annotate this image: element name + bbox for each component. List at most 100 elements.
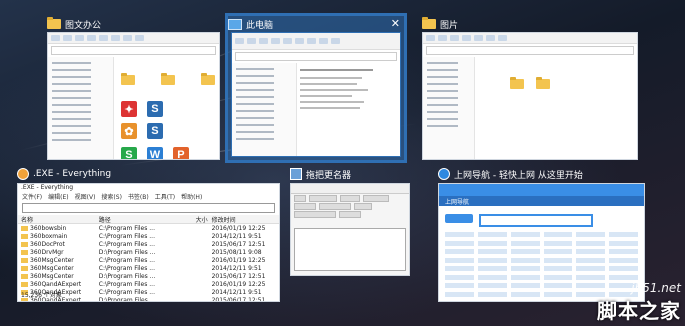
browser-logo-badge [445, 214, 473, 223]
search-input[interactable] [22, 203, 275, 213]
file-name: 360DocProt [18, 241, 99, 248]
window-thumbnail: ✦ S ✿ S S W P [47, 32, 220, 160]
this-pc-icon [228, 18, 242, 30]
folder-icon [21, 281, 28, 287]
window-thumbnail [422, 32, 638, 160]
watermark: jb51.net 脚本之家 [597, 281, 681, 324]
window-thumbnail [290, 183, 410, 276]
app-shortcut-icon: P [172, 147, 189, 159]
table-row[interactable]: 360bowsbin C:\Program Files ... 2016/01/19… [18, 224, 279, 232]
file-modified: 2014/12/11 9:51 [211, 232, 262, 240]
task-view-window-this-pc[interactable]: 此电脑 ✕ [225, 13, 407, 163]
folder-icon [47, 17, 61, 29]
folder-icon [21, 241, 28, 247]
app-shortcut-icon: W [146, 147, 163, 159]
close-icon[interactable]: ✕ [391, 17, 400, 30]
task-view-window-rename-tool[interactable]: 拖把更名器 [290, 166, 410, 302]
file-name-text: 360MsgCenter [30, 272, 74, 280]
task-view-window-pictures[interactable]: 图片 [422, 16, 638, 160]
file-name: 360bowsbin [18, 225, 99, 232]
file-path: C:\Program Files ... [98, 264, 155, 272]
menu-item[interactable]: 文件(F) [22, 192, 42, 201]
file-name: 360MsgCenter [18, 257, 99, 264]
everything-menubar: 文件(F) 编辑(E) 视图(V) 搜索(S) 书签(B) 工具(T) 帮助(H… [18, 192, 279, 201]
table-row[interactable]: 360boxmain C:\Program Files ... 2014/12/11… [18, 232, 279, 240]
folder-icon [120, 73, 135, 85]
column-modified[interactable]: 修改时间 [208, 215, 279, 224]
window-title-bar: 图文办公 [47, 16, 220, 32]
file-name: 360boxmain [18, 233, 99, 240]
window-title: 图片 [440, 20, 459, 31]
menu-item[interactable]: 搜索(S) [101, 192, 122, 201]
window-title: .EXE - Everything [33, 169, 112, 179]
folder-icon [510, 77, 525, 89]
window-title-bar: 图片 [422, 16, 638, 32]
menu-item[interactable]: 工具(T) [155, 192, 175, 201]
column-name[interactable]: 名称 [18, 215, 99, 224]
window-title: 此电脑 [246, 20, 274, 31]
file-path: C:\Program Files ... [98, 256, 155, 264]
rename-tool-icon [290, 168, 302, 180]
everything-caption: .EXE - Everything [21, 184, 74, 191]
browser-logo: 上网导航 [445, 198, 470, 206]
folder-icon [200, 73, 215, 85]
folder-icon [21, 233, 28, 239]
file-modified: 2015/06/17 12:51 [211, 296, 266, 302]
file-modified: 2015/08/11 9:08 [211, 248, 262, 256]
file-name-text: 360DocProt [30, 240, 65, 248]
file-path: C:\Program Files ... [98, 224, 155, 232]
window-thumbnail: .EXE - Everything 文件(F) 编辑(E) 视图(V) 搜索(S… [17, 183, 280, 302]
folder-icon [21, 249, 28, 255]
file-modified: 2014/12/11 9:51 [211, 288, 262, 296]
file-path: C:\Program Files ... [98, 288, 155, 296]
results-header: 名称 路径 大小 修改时间 [18, 215, 279, 224]
browser-icon [438, 168, 450, 180]
file-path: D:\Program Files ... [98, 296, 156, 302]
table-row[interactable]: 360MsgCenter D:\Program Files ... 2015/06/… [18, 272, 279, 280]
column-size[interactable]: 大小 [171, 215, 208, 224]
table-row[interactable]: 360MsgCenter C:\Program Files ... 2014/12/… [18, 264, 279, 272]
column-path[interactable]: 路径 [99, 215, 172, 224]
app-shortcut-icon: S [120, 147, 137, 159]
file-name: 360DrvMgr [18, 249, 99, 256]
file-path: D:\Program Files ... [98, 248, 156, 256]
table-row[interactable]: 360MsgCenter C:\Program Files ... 2016/01/… [18, 256, 279, 264]
file-name-text: 360QandAExpert [30, 280, 82, 288]
file-modified: 2014/12/11 9:51 [211, 264, 262, 272]
watermark-site: jb51.net [631, 281, 681, 295]
window-title-bar: 此电脑 ✕ [228, 16, 404, 32]
menu-item[interactable]: 书签(B) [128, 192, 149, 201]
window-title-bar: 上网导航 - 轻快上网 从这里开始 [438, 166, 645, 182]
folder-icon [160, 73, 175, 85]
task-view-window-office[interactable]: 图文办公 ✦ S ✿ S S W P [47, 16, 220, 160]
browser-search-input[interactable] [479, 214, 593, 227]
file-name: 360MsgCenter [18, 265, 99, 272]
watermark-name: 脚本之家 [597, 299, 681, 323]
folder-icon [21, 225, 28, 231]
file-name-text: 360MsgCenter [30, 264, 74, 272]
table-row[interactable]: 360QandAExpert C:\Program Files ... 2016/0… [18, 280, 279, 288]
file-modified: 2015/06/17 12:51 [211, 272, 266, 280]
everything-search-icon [17, 168, 29, 180]
file-modified: 2016/01/19 12:25 [211, 224, 266, 232]
menu-item[interactable]: 编辑(E) [48, 192, 68, 201]
window-title: 拖把更名器 [306, 170, 352, 181]
app-shortcut-icon: ✿ [120, 123, 137, 139]
app-shortcut-icon: ✦ [120, 101, 137, 117]
file-path: C:\Program Files ... [98, 280, 155, 288]
menu-item[interactable]: 视图(V) [75, 192, 96, 201]
task-view-window-everything[interactable]: .EXE - Everything .EXE - Everything 文件(F… [17, 166, 280, 302]
window-title-bar: .EXE - Everything [17, 166, 280, 182]
table-row[interactable]: 360DocProt C:\Program Files ... 2015/06/17… [18, 240, 279, 248]
app-shortcut-icon: S [146, 123, 163, 139]
menu-item[interactable]: 帮助(H) [181, 192, 202, 201]
window-thumbnail [231, 32, 401, 157]
folder-icon [422, 17, 436, 29]
table-row[interactable]: 360DrvMgr D:\Program Files ... 2015/08/11 … [18, 248, 279, 256]
file-path: C:\Program Files ... [98, 240, 155, 248]
file-path: D:\Program Files ... [98, 272, 156, 280]
file-name-text: 360MsgCenter [30, 256, 74, 264]
file-name: 360MsgCenter [18, 273, 99, 280]
app-shortcut-icon: S [146, 101, 163, 117]
folder-icon [21, 265, 28, 271]
